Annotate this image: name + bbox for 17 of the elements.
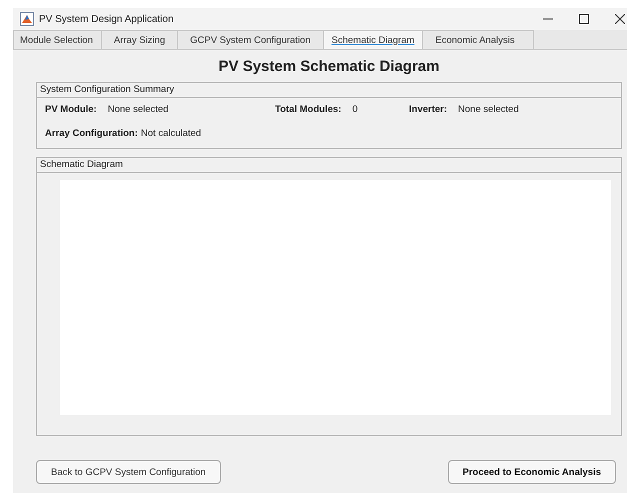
field-label: Array Configuration: [45, 128, 138, 140]
tab[interactable]: Schematic Diagram [322, 30, 424, 49]
panel-title: Schematic Diagram [40, 159, 123, 170]
field-value: None selected [458, 104, 519, 116]
field-label: PV Module: [45, 104, 97, 116]
back-button[interactable]: Back to GCPV System Configuration [36, 460, 221, 484]
field-value: 0 [352, 104, 358, 116]
field-label: Total Modules: [275, 104, 342, 116]
field-value: Not calculated [140, 128, 202, 140]
field-value: None selected [108, 104, 168, 116]
proceed-button[interactable]: Proceed to Economic Analysis [448, 460, 616, 484]
tab[interactable]: Module Selection [13, 30, 102, 49]
window-title: PV System Design Application [39, 14, 174, 24]
tab[interactable]: Economic Analysis [422, 30, 534, 49]
panel-title: System Configuration Summary [40, 84, 174, 95]
field-label: Inverter: [409, 104, 448, 116]
page-heading: PV System Schematic Diagram [218, 58, 440, 75]
